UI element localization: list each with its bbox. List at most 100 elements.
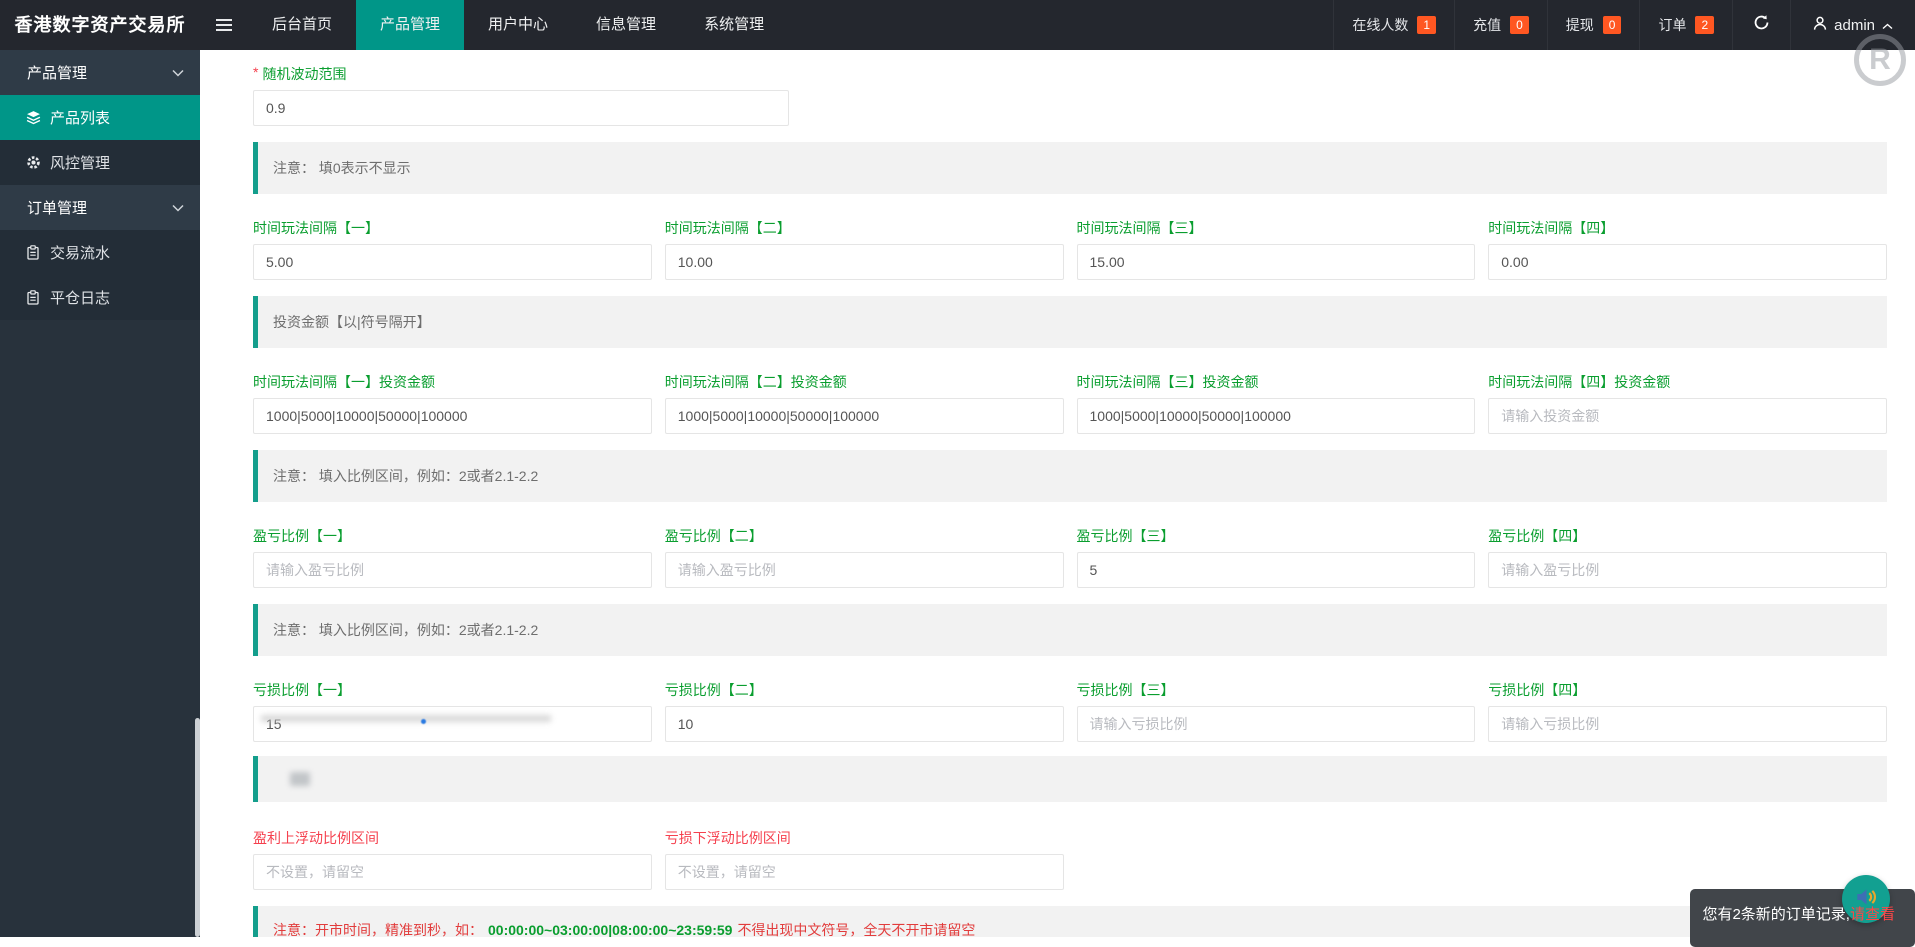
online-count-badge: 1: [1417, 16, 1437, 34]
deposit-count-badge: 0: [1510, 16, 1529, 34]
amount-2-label: 时间玩法间隔【二】投资金额: [664, 374, 847, 390]
layers-icon: [25, 110, 41, 126]
profit-float-input[interactable]: [253, 854, 652, 890]
stat-deposits[interactable]: 充值 0: [1454, 0, 1547, 50]
toast-message: 您有2条新的订单记录,请查看: [1702, 906, 1895, 923]
profit-2-label: 盈亏比例【二】: [664, 528, 763, 544]
sidebar-group-product-management[interactable]: 产品管理: [0, 50, 200, 95]
header-right: 在线人数 1 充值 0 提现 0 订单 2 admin: [1333, 0, 1915, 50]
nav-item-home[interactable]: 后台首页: [248, 0, 356, 50]
stat-label: 提现: [1565, 17, 1594, 33]
loss-4-input[interactable]: [1488, 706, 1887, 742]
profit-3-label: 盈亏比例【三】: [1076, 528, 1175, 544]
notice-ratio-range-2: 注意： 填入比例区间，例如：2或者2.1-2.2: [253, 604, 1887, 656]
interval-row: 时间玩法间隔【一】 时间玩法间隔【二】 时间玩法间隔【三】 时间玩法间隔【四】: [253, 218, 1887, 280]
sidebar: 产品管理 产品列表 风控管理 订单管理 交易流水 平仓日志: [0, 50, 200, 937]
order-count-badge: 2: [1695, 16, 1715, 34]
profit-2-input[interactable]: [664, 552, 1064, 588]
user-menu[interactable]: admin: [1790, 0, 1915, 50]
main-content: *随机波动范围 注意： 填0表示不显示 时间玩法间隔【一】 时间玩法间隔【二】 …: [200, 50, 1915, 937]
interval-3-input[interactable]: [1076, 244, 1476, 280]
interval-4-label: 时间玩法间隔【四】: [1488, 220, 1615, 236]
stat-label: 订单: [1658, 17, 1687, 33]
notice-fill-zero: 注意： 填0表示不显示: [253, 142, 1887, 194]
amount-3-input[interactable]: [1076, 398, 1476, 434]
open-time-prefix: 注意：开市时间，精准到秒，如：: [273, 922, 483, 937]
notice-amount-separator: 投资金额【以|符号隔开】: [253, 296, 1887, 348]
profit-3-input[interactable]: [1076, 552, 1476, 588]
profit-4-label: 盈亏比例【四】: [1488, 528, 1587, 544]
chevron-down-icon: [172, 69, 184, 77]
loss-3-label: 亏损比例【三】: [1076, 682, 1175, 698]
sidebar-item-label: 交易流水: [50, 245, 111, 262]
nav-item-products[interactable]: 产品管理: [356, 0, 465, 50]
sidebar-scrollbar-thumb[interactable]: [195, 718, 200, 937]
interval-3-label: 时间玩法间隔【三】: [1076, 220, 1203, 236]
nav-item-users[interactable]: 用户中心: [464, 0, 572, 50]
clipboard-icon: [25, 290, 41, 306]
notification-area: 您有2条新的订单记录,请查看: [1655, 847, 1915, 947]
top-navbar: 香港数字资产交易所 后台首页 产品管理 用户中心 信息管理 系统管理 在线人数 …: [0, 0, 1915, 50]
amount-1-label: 时间玩法间隔【一】投资金额: [253, 374, 435, 390]
loss-2-input[interactable]: [664, 706, 1064, 742]
hamburger-menu-icon[interactable]: [200, 0, 248, 50]
loss-2-label: 亏损比例【二】: [664, 682, 763, 698]
sidebar-item-product-list[interactable]: 产品列表: [0, 95, 200, 140]
username: admin: [1834, 16, 1875, 34]
loss-float-input[interactable]: [664, 854, 1064, 890]
loss-3-input[interactable]: [1076, 706, 1476, 742]
stat-orders[interactable]: 订单 2: [1639, 0, 1732, 50]
notice-blurred: [253, 756, 1887, 802]
sidebar-item-label: 产品管理: [27, 65, 88, 82]
nav-item-info[interactable]: 信息管理: [572, 0, 680, 50]
required-asterisk: *: [253, 64, 259, 80]
clipboard-icon: [25, 245, 41, 261]
interval-2-input[interactable]: [664, 244, 1064, 280]
sidebar-group-order-management[interactable]: 订单管理: [0, 185, 200, 230]
sidebar-item-label: 订单管理: [27, 200, 88, 217]
sidebar-item-close-log[interactable]: 平仓日志: [0, 275, 200, 320]
refresh-button[interactable]: [1732, 0, 1790, 50]
chevron-up-icon: [1882, 17, 1893, 34]
notice-ratio-range-1: 注意： 填入比例区间，例如：2或者2.1-2.2: [253, 450, 1887, 502]
loss-4-label: 亏损比例【四】: [1488, 682, 1587, 698]
sidebar-item-label: 平仓日志: [50, 290, 111, 307]
profit-ratio-row: 盈亏比例【一】 盈亏比例【二】 盈亏比例【三】 盈亏比例【四】: [253, 526, 1887, 588]
chevron-down-icon: [172, 204, 184, 212]
refresh-icon: [1753, 14, 1770, 36]
amount-4-input[interactable]: [1488, 398, 1887, 434]
gear-icon: [25, 155, 41, 171]
open-time-format: 00:00:00~03:00:00|08:00:00~23:59:59: [488, 922, 733, 937]
stat-label: 充值: [1473, 17, 1502, 33]
sidebar-item-trade-flow[interactable]: 交易流水: [0, 230, 200, 275]
profit-1-input[interactable]: [253, 552, 652, 588]
random-range-label: * 随机波动范围: [253, 64, 347, 82]
random-range-input[interactable]: [253, 90, 789, 126]
open-time-suffix: 不得出现中文符号，全天不开市请留空: [737, 922, 976, 937]
stat-withdrawals[interactable]: 提现 0: [1546, 0, 1640, 50]
loss-1-input[interactable]: [253, 706, 652, 742]
profit-4-input[interactable]: [1488, 552, 1887, 588]
sidebar-item-risk-management[interactable]: 风控管理: [0, 140, 200, 185]
sidebar-item-label: 产品列表: [50, 110, 111, 127]
amount-4-label: 时间玩法间隔【四】投资金额: [1488, 374, 1671, 390]
profit-float-label: 盈利上浮动比例区间: [253, 830, 379, 846]
user-icon: [1813, 16, 1827, 35]
interval-1-input[interactable]: [253, 244, 652, 280]
sidebar-item-label: 风控管理: [50, 155, 111, 172]
blur-artifact: [290, 772, 310, 786]
main-nav: 后台首页 产品管理 用户中心 信息管理 系统管理: [248, 0, 788, 50]
amount-row: 时间玩法间隔【一】投资金额 时间玩法间隔【二】投资金额 时间玩法间隔【三】投资金…: [253, 372, 1887, 434]
stat-online-users[interactable]: 在线人数 1: [1333, 0, 1454, 50]
loss-ratio-row: 亏损比例【一】 亏损比例【二】 亏损比例【三】 亏损比例【四】: [253, 680, 1887, 742]
interval-4-input[interactable]: [1488, 244, 1887, 280]
app-logo: 香港数字资产交易所: [14, 15, 186, 35]
nav-item-system[interactable]: 系统管理: [680, 0, 788, 50]
interval-2-label: 时间玩法间隔【二】: [664, 220, 791, 236]
product-edit-form: *随机波动范围 注意： 填0表示不显示 时间玩法间隔【一】 时间玩法间隔【二】 …: [253, 64, 1887, 937]
withdrawal-count-badge: 0: [1602, 16, 1622, 34]
notice-open-time: 注意：开市时间，精准到秒，如： 00:00:00~03:00:00|08:00:0…: [253, 906, 1887, 937]
amount-2-input[interactable]: [664, 398, 1064, 434]
amount-1-input[interactable]: [253, 398, 652, 434]
view-orders-link[interactable]: 请查看: [1850, 906, 1895, 923]
